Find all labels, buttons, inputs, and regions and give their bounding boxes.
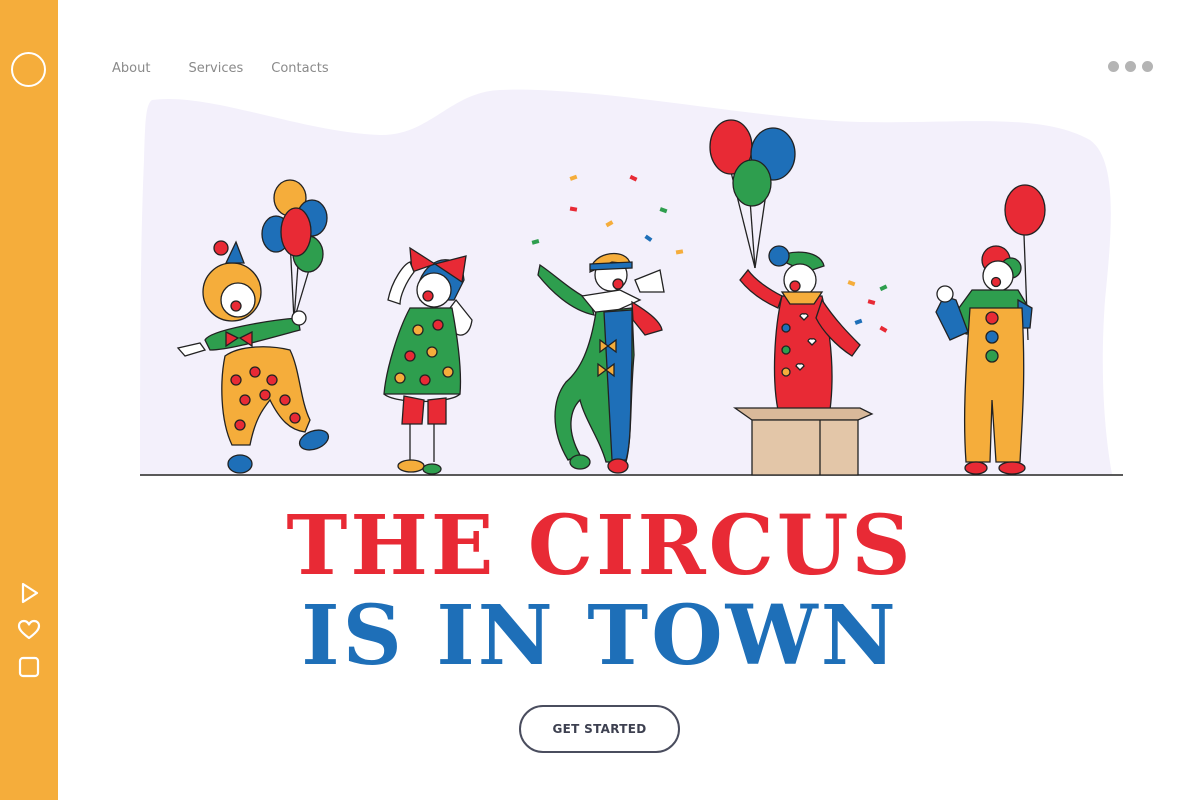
headline-line-2: IS IN TOWN bbox=[301, 588, 899, 684]
get-started-button[interactable]: GET STARTED bbox=[519, 705, 680, 753]
headline-line-1: THE CIRCUS bbox=[286, 498, 914, 594]
